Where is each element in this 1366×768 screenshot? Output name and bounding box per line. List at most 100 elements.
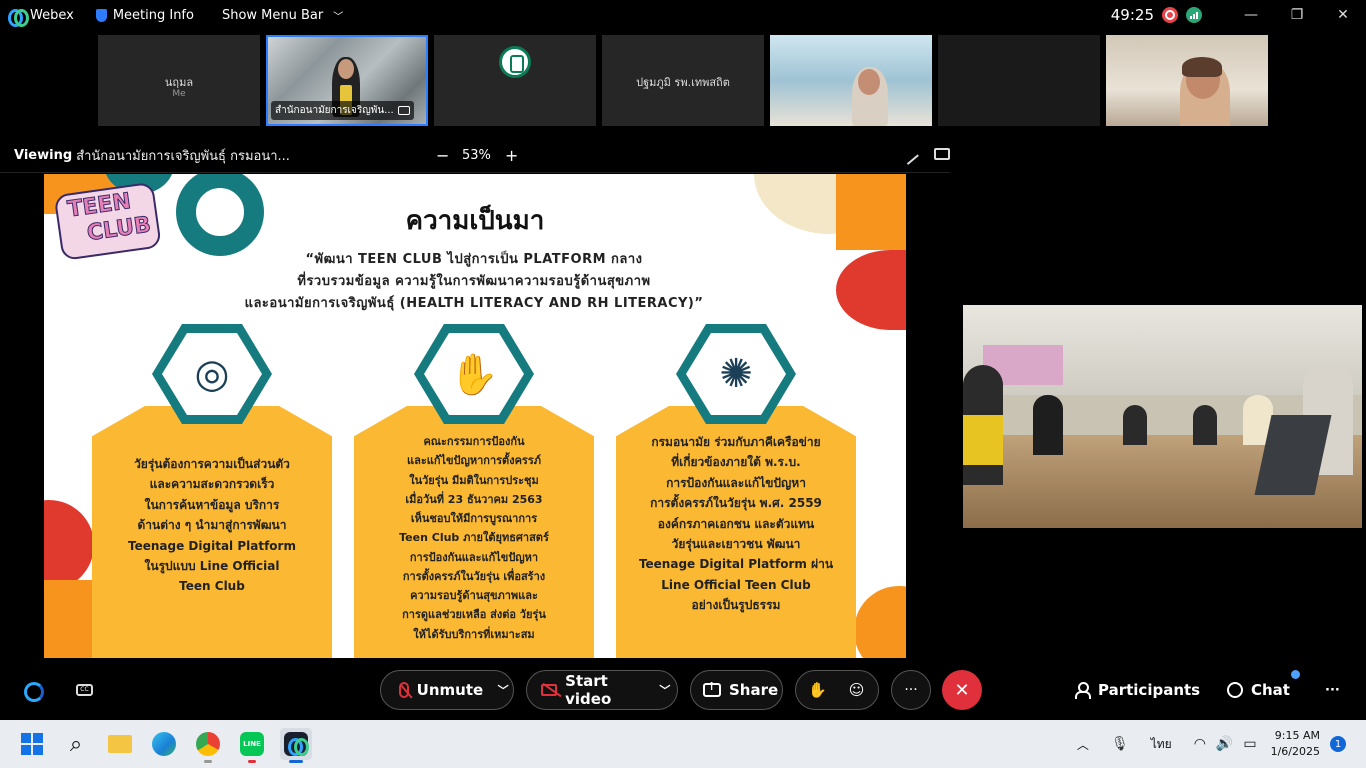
leave-meeting-button[interactable]: ✕ [942, 670, 982, 710]
zoom-out-button[interactable]: − [436, 146, 449, 165]
thumbnail-participant-video[interactable] [1106, 35, 1268, 126]
attendee [1033, 395, 1063, 455]
view-options-icon[interactable] [934, 148, 950, 160]
minimize-button[interactable]: — [1228, 0, 1274, 30]
card-line: การดูแลช่วยเหลือ ส่งต่อ วัยรุ่น [402, 608, 546, 622]
slide-subtitle-line: และอนามัยการเจริญพันธุ์ (HEALTH LITERACY… [244, 296, 704, 311]
network-stats-icon[interactable] [1186, 7, 1202, 23]
start-video-button[interactable]: Start video ﹀ [526, 670, 678, 710]
thumbnail-participant[interactable]: ปฐมภูมิ รพ.เทพสถิต [602, 35, 764, 126]
microphone-muted-icon [399, 682, 409, 698]
attendee [1193, 405, 1217, 445]
closed-captions-icon[interactable]: CC [76, 684, 93, 696]
participant-video-room[interactable] [963, 305, 1362, 528]
show-menu-bar-button[interactable]: Show Menu Bar ﹀ [222, 8, 343, 23]
emoji-reaction-icon[interactable]: ☺ [849, 681, 865, 699]
app-name: Webex [30, 7, 74, 23]
webex-assistant-icon[interactable] [24, 682, 44, 702]
viewing-bar: Viewing สำนักอนามัยการเจริญพันธุ์ กรมอนา… [0, 142, 960, 168]
card-line: คณะกรรมการป้องกัน [423, 435, 525, 448]
edge-browser-icon[interactable] [148, 728, 180, 760]
card-line: การป้องกันและแก้ไขปัญหา [409, 550, 539, 564]
unmute-button[interactable]: Unmute ﹀ [380, 670, 514, 710]
start-button[interactable] [16, 728, 48, 760]
decor-shape [44, 580, 92, 658]
card-text: คณะกรรมการป้องกัน และแก้ไขปัญหาการตั้งคร… [364, 432, 584, 644]
camera-off-icon [541, 684, 558, 696]
target-person-icon: ◎ [162, 333, 262, 415]
card-line: ในรูปแบบ Line Official [144, 558, 280, 573]
slide-subtitle-line: ที่รวบรวมข้อมูล ความรู้ในการพัฒนาความรอบ… [297, 274, 651, 289]
clock[interactable]: 9:15 AM 1/6/2025 [1271, 728, 1320, 760]
participants-label: Participants [1098, 681, 1201, 699]
shield-icon [95, 8, 107, 22]
more-options-button[interactable]: ··· [891, 670, 931, 710]
windows-taskbar: ⌕ LINE ︿ 🎙 ไทย ◠ 🔊 ▭ 9:15 AM 1/6/2025 1 [0, 720, 1366, 768]
card-line: เห็นชอบให้มีการบูรณาการ [410, 512, 538, 525]
wifi-icon[interactable]: ◠ [1194, 736, 1206, 752]
thumbnail-active-speaker[interactable]: สำนักอนามัยการเจริญพัน... [266, 35, 428, 126]
language-indicator[interactable]: ไทย [1151, 735, 1172, 754]
thumbnail-self[interactable]: นฤมล Me [98, 35, 260, 126]
share-button[interactable]: Share [690, 670, 783, 710]
viewing-presenter-name: สำนักอนามัยการเจริญพันธุ์ กรมอนา... [76, 148, 290, 164]
chevron-down-icon: ﹀ [333, 11, 344, 23]
shared-slide: TEEN CLUB ความเป็นมา “พัฒนา TEEN CLUB ไป… [44, 174, 906, 658]
participant-hair [1182, 57, 1222, 77]
meeting-controls: CC Unmute ﹀ Start video ﹀ Share ✋ ☺ ··· … [0, 670, 1366, 710]
slide-subtitle-line: “พัฒนา TEEN CLUB ไปสู่การเป็น PLATFORM ก… [305, 252, 643, 267]
battery-icon[interactable]: ▭ [1243, 736, 1256, 752]
meeting-info-button[interactable]: Meeting Info [95, 7, 194, 23]
webex-app-icon[interactable] [280, 728, 312, 763]
card-line: ในวัยรุ่น มีมติในการประชุม [409, 473, 539, 487]
participants-button[interactable]: Participants [1074, 670, 1200, 710]
card-line: และแก้ไขปัญหาการตั้งครรภ์ [406, 454, 541, 468]
webex-menu[interactable]: Webex [8, 7, 74, 27]
decor-shape [44, 500, 94, 590]
chevron-down-icon[interactable]: ﹀ [493, 682, 513, 698]
search-icon[interactable]: ⌕ [60, 728, 92, 760]
ministry-logo-avatar [499, 46, 531, 78]
raise-hand-icon[interactable]: ✋ [808, 681, 827, 699]
thumbnail-name: ปฐมภูมิ รพ.เทพสถิต [636, 76, 730, 89]
card-line: เมื่อวันที่ 23 ธันวาคม 2563 [405, 492, 543, 506]
title-bar: Webex Meeting Info Show Menu Bar ﹀ 49:25… [0, 0, 1366, 30]
thumbnail-participant[interactable] [434, 35, 596, 126]
thumbnail-name-tag: สำนักอนามัยการเจริญพัน... [271, 101, 414, 120]
card-line: Teen Club ภายใต้ยุทธศาสตร์ [399, 531, 549, 545]
chat-icon [1227, 682, 1243, 698]
chevron-down-icon[interactable]: ﹀ [653, 682, 677, 698]
thumbnail-participant[interactable] [938, 35, 1100, 126]
chat-button[interactable]: Chat [1227, 670, 1290, 710]
card-line: ที่เกี่ยวข้องภายใต้ พ.ร.บ. [671, 455, 801, 470]
decor-shape [836, 250, 906, 330]
meeting-timer: 49:25 [1110, 6, 1154, 24]
card-line: ด้านต่าง ๆ นำมาสู่การพัฒนา [137, 518, 287, 533]
decor-shape [854, 586, 906, 658]
file-explorer-icon[interactable] [104, 728, 136, 760]
close-button[interactable]: ✕ [1320, 0, 1366, 30]
overflow-menu-button[interactable]: ··· [1325, 670, 1340, 710]
person-icon [1074, 682, 1091, 699]
presenter-face [338, 59, 354, 79]
line-app-icon[interactable]: LINE [236, 728, 268, 763]
maximize-button[interactable]: ❐ [1274, 0, 1320, 30]
video-background [770, 35, 932, 126]
card-text: วัยรุ่นต้องการความเป็นส่วนตัว และความสะด… [102, 454, 322, 597]
unread-indicator [1291, 670, 1300, 679]
speaker-icon[interactable]: 🔊 [1216, 736, 1233, 752]
thumbnail-name: สำนักอนามัยการเจริญพัน... [275, 105, 394, 116]
microphone-muted-icon[interactable]: 🎙 [1111, 736, 1129, 752]
annotate-icon[interactable] [899, 145, 919, 165]
card-line: และความสะดวกรวดเร็ว [149, 477, 275, 492]
attendee [1123, 405, 1147, 445]
card-line: กรมอนามัย ร่วมกับภาคีเครือข่าย [651, 435, 821, 449]
show-hidden-icons-icon[interactable]: ︿ [1077, 736, 1089, 753]
zoom-in-button[interactable]: + [505, 146, 518, 165]
meeting-info-label: Meeting Info [112, 7, 194, 23]
notification-badge[interactable]: 1 [1330, 736, 1346, 752]
recording-icon[interactable] [1162, 7, 1178, 23]
thumbnail-participant-video[interactable] [770, 35, 932, 126]
puzzle-hands-icon: ✋ [424, 333, 524, 415]
chrome-browser-icon[interactable] [192, 728, 224, 763]
